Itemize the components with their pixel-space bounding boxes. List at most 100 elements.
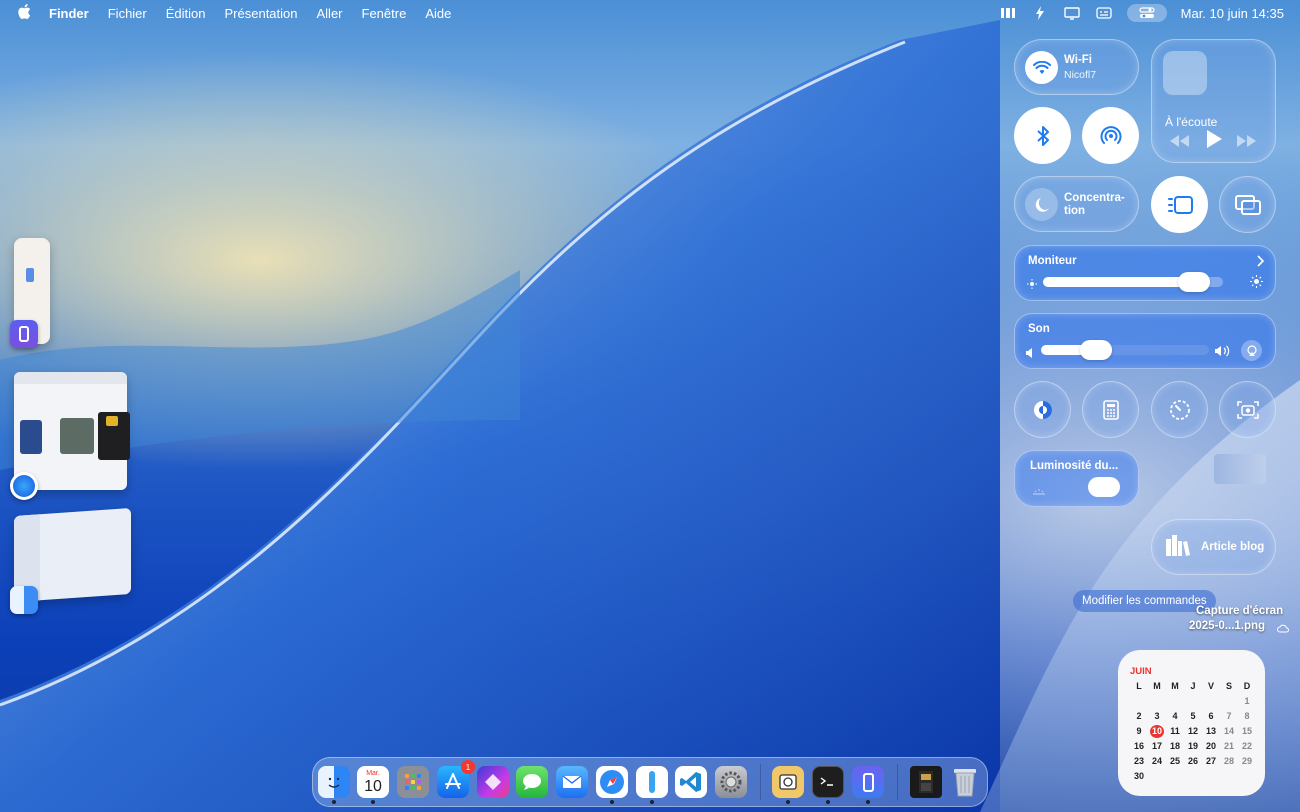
dock-downloads-stack-icon[interactable] [910,766,942,798]
calendar-day[interactable]: 29 [1238,755,1256,768]
dock-launchpad-icon[interactable] [397,766,429,798]
calendar-day[interactable]: 26 [1184,755,1202,768]
dock-running-indicator [610,800,614,804]
battery-charging-icon[interactable] [1031,6,1049,20]
menu-clock[interactable]: Mar. 10 juin 14:35 [1181,6,1284,21]
previous-track-icon[interactable] [1170,134,1190,152]
calendar-day[interactable]: 8 [1238,710,1256,723]
calendar-day[interactable]: 2 [1130,710,1148,723]
calendar-day[interactable]: 24 [1148,755,1166,768]
stage-window-safari[interactable] [14,372,130,490]
dock-finder-icon[interactable] [318,766,350,798]
calendar-day[interactable]: 14 [1220,725,1238,738]
calendar-day[interactable]: 25 [1166,755,1184,768]
menu-edition[interactable]: Édition [166,6,206,21]
keyboard-input-icon[interactable] [1095,6,1113,20]
dock-iphone-mirroring-icon[interactable] [852,766,884,798]
calendar-day[interactable]: 5 [1184,710,1202,723]
control-center-icon[interactable] [1126,4,1167,22]
desktop-file-thumbnail[interactable] [1214,454,1266,484]
dock-running-indicator [826,800,830,804]
stage-manager-button[interactable] [1151,176,1208,233]
calendar-day[interactable]: 3 [1148,710,1166,723]
keyboard-brightness-toggle[interactable] [1088,477,1120,497]
calendar-day[interactable]: 17 [1148,740,1166,753]
calendar-day[interactable]: 19 [1184,740,1202,753]
calendar-day[interactable]: 20 [1202,740,1220,753]
calendar-day[interactable]: 1 [1238,695,1256,708]
calendar-day[interactable]: 10 [1150,725,1164,738]
dark-mode-button[interactable] [1014,381,1071,438]
timer-button[interactable] [1151,381,1208,438]
calendar-day[interactable]: 12 [1184,725,1202,738]
bluetooth-icon [1036,125,1049,146]
dock-calendar-icon[interactable]: Mar. 10 [357,766,389,798]
edit-controls-button[interactable]: Modifier les commandes [1073,590,1216,612]
calendar-month: JUIN [1130,666,1152,677]
next-track-icon[interactable] [1236,134,1256,152]
calendar-day[interactable]: 15 [1238,725,1256,738]
menu-aller[interactable]: Aller [317,6,343,21]
calendar-day[interactable]: 27 [1202,755,1220,768]
display-chevron-icon[interactable] [1256,254,1265,272]
calendar-day[interactable]: 6 [1202,710,1220,723]
menu-app-finder[interactable]: Finder [49,6,89,21]
apple-menu-icon[interactable] [18,3,31,23]
stage-manager-icon [1167,195,1193,214]
dock-trash-icon[interactable] [949,766,981,798]
calendar-day[interactable]: 23 [1130,755,1148,768]
volume-slider[interactable] [1041,340,1209,360]
calendar-day[interactable]: 7 [1220,710,1238,723]
dock-app-store-icon[interactable]: 1 [437,760,475,798]
calendar-day[interactable]: 13 [1202,725,1220,738]
calendar-day[interactable]: 16 [1130,740,1148,753]
screen-mirroring-button[interactable] [1219,176,1276,233]
menu-aide[interactable]: Aide [425,6,451,21]
menu-fichier[interactable]: Fichier [108,6,147,21]
volume-knob[interactable] [1080,340,1112,360]
airdrop-button[interactable] [1082,107,1139,164]
screen-mirroring-icon [1234,194,1261,215]
calendar-weekday: S [1225,681,1232,691]
sound-title: Son [1028,323,1050,335]
display-title: Moniteur [1028,255,1077,267]
play-icon[interactable] [1206,130,1222,153]
dock-running-indicator [786,800,790,804]
calendar-day[interactable]: 21 [1220,740,1238,753]
dock-shortcuts-icon[interactable] [477,766,509,798]
dock-lineup-app-icon[interactable] [636,766,668,798]
menu-presentation[interactable]: Présentation [225,6,298,21]
dock-mail-icon[interactable] [556,766,588,798]
calendar-days-grid: 1 2 3 4 5 6 7 8 9 10 11 12 13 14 15 16 17 18 19 20 21 22 23 24 2… [1130,695,1255,783]
display-brightness-slider[interactable] [1043,272,1223,292]
calendar-day[interactable]: 4 [1166,710,1184,723]
screenshot-button[interactable] [1219,381,1276,438]
dock-terminal-icon[interactable] [812,766,844,798]
airplay-audio-icon[interactable] [1241,340,1262,361]
calendar-weekday: J [1190,681,1196,691]
calendar-day[interactable]: 28 [1220,755,1238,768]
dock-vscode-icon[interactable] [675,766,707,798]
menu-fenetre[interactable]: Fenêtre [362,6,407,21]
display-icon[interactable] [1063,6,1081,20]
dock-safari-icon[interactable] [596,766,628,798]
wifi-network-name: Nicofl7 [1064,69,1097,81]
dock-system-settings-icon[interactable] [715,766,747,798]
calculator-button[interactable] [1082,381,1139,438]
calendar-day[interactable]: 30 [1130,770,1148,783]
wifi-icon[interactable] [1025,51,1058,84]
calendar-day[interactable]: 9 [1130,725,1148,738]
display-brightness-knob[interactable] [1178,272,1210,292]
desktop-file-name-line1[interactable]: Capture d'écran [1196,604,1283,618]
calendar-widget[interactable]: JUIN LMMJVSD 1 2 3 4 5 6 7 8 9 10 11 12 13 14 15 16 17 18… [1118,650,1265,796]
dock-messages-icon[interactable] [516,766,548,798]
calendar-day[interactable]: 18 [1166,740,1184,753]
calendar-weekday: D [1243,681,1251,691]
bluetooth-button[interactable] [1014,107,1071,164]
stage-manager-status-icon[interactable] [999,6,1017,20]
calendar-day[interactable]: 22 [1238,740,1256,753]
focus-moon-icon[interactable] [1025,188,1058,221]
desktop-file-name-line2[interactable]: 2025-0...1.png [1189,619,1265,633]
dock-screenshot-app-icon[interactable] [772,766,804,798]
calendar-day[interactable]: 11 [1166,725,1184,738]
